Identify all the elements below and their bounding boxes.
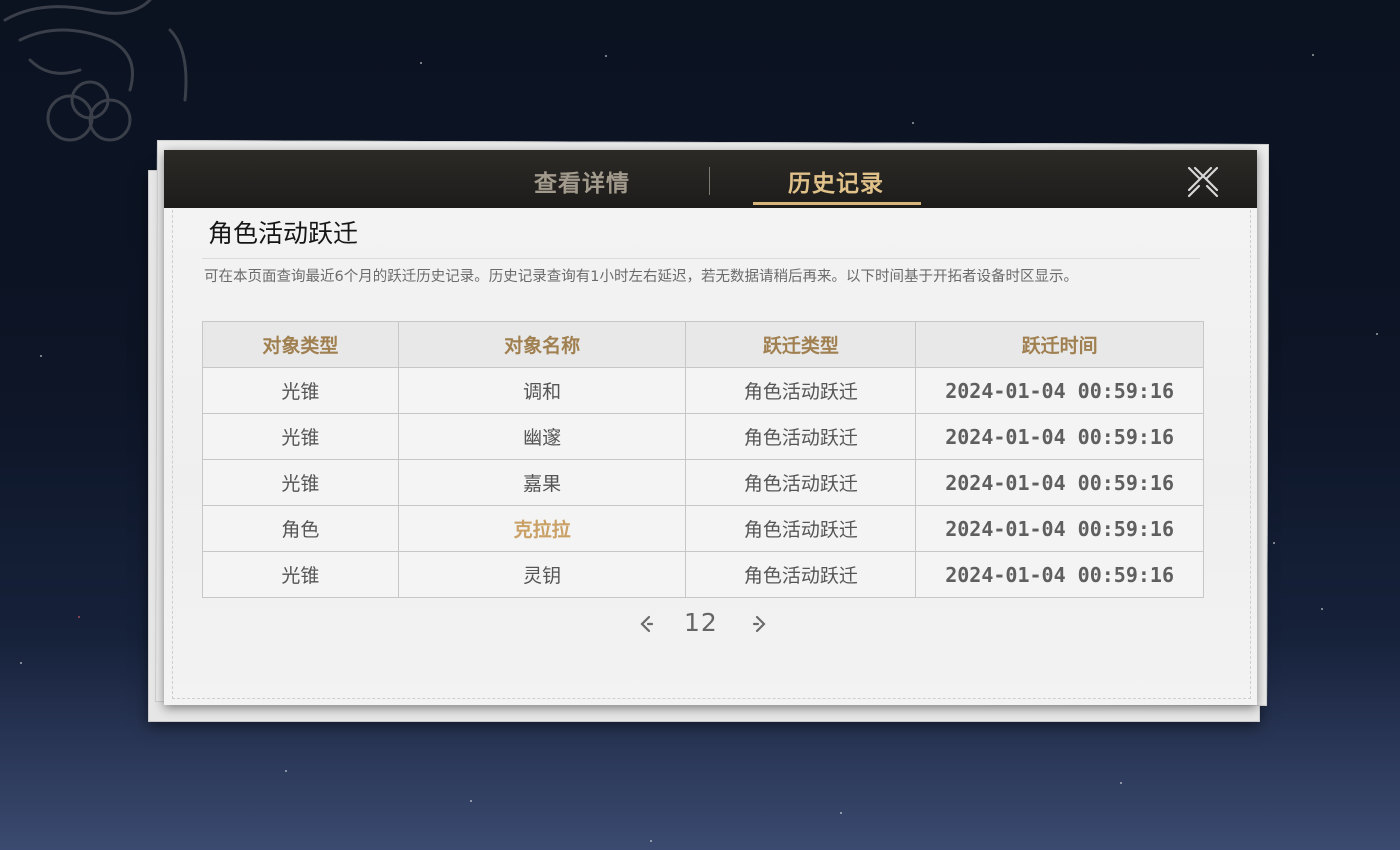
cell-warp-type: 角色活动跃迁 xyxy=(685,459,917,506)
table-row: 光锥 嘉果 角色活动跃迁 2024-01-04 00:59:16 xyxy=(202,459,1204,506)
cell-name: 嘉果 xyxy=(397,459,687,506)
table-row: 光锥 幽邃 角色活动跃迁 2024-01-04 00:59:16 xyxy=(202,413,1204,460)
previous-page-button[interactable] xyxy=(634,612,658,636)
cell-name-highlighted: 克拉拉 xyxy=(397,505,687,552)
table-row: 角色 克拉拉 角色活动跃迁 2024-01-04 00:59:16 xyxy=(202,505,1204,552)
table-row: 光锥 调和 角色活动跃迁 2024-01-04 00:59:16 xyxy=(202,367,1204,414)
table-header-row: 对象类型 对象名称 跃迁类型 跃迁时间 xyxy=(202,321,1204,368)
history-table: 对象类型 对象名称 跃迁类型 跃迁时间 光锥 调和 角色活动跃迁 2024-01… xyxy=(202,321,1204,598)
column-header-warp-type: 跃迁类型 xyxy=(685,321,917,368)
cell-time: 2024-01-04 00:59:16 xyxy=(915,505,1204,552)
cell-type: 光锥 xyxy=(202,413,399,460)
tab-divider xyxy=(709,167,710,195)
cell-time: 2024-01-04 00:59:16 xyxy=(915,551,1204,598)
cell-warp-type: 角色活动跃迁 xyxy=(685,551,917,598)
next-page-button[interactable] xyxy=(748,612,772,636)
page-number: 12 xyxy=(684,608,718,637)
tab-details[interactable]: 查看详情 xyxy=(534,164,630,198)
character-doodle xyxy=(3,0,188,142)
column-header-type: 对象类型 xyxy=(202,321,399,368)
cell-type: 角色 xyxy=(202,505,399,552)
cell-type: 光锥 xyxy=(202,459,399,506)
cell-time: 2024-01-04 00:59:16 xyxy=(915,413,1204,460)
column-header-time: 跃迁时间 xyxy=(915,321,1204,368)
tab-bar: 查看详情 历史记录 xyxy=(164,150,1257,208)
cell-time: 2024-01-04 00:59:16 xyxy=(915,459,1204,506)
cell-warp-type: 角色活动跃迁 xyxy=(685,505,917,552)
tab-history[interactable]: 历史记录 xyxy=(788,164,884,198)
column-header-name: 对象名称 xyxy=(397,321,687,368)
pagination: 12 xyxy=(624,606,804,646)
cell-warp-type: 角色活动跃迁 xyxy=(685,367,917,414)
cell-time: 2024-01-04 00:59:16 xyxy=(915,367,1204,414)
page-title: 角色活动跃迁 xyxy=(208,219,359,248)
cell-name: 灵钥 xyxy=(397,551,687,598)
table-row: 光锥 灵钥 角色活动跃迁 2024-01-04 00:59:16 xyxy=(202,551,1204,598)
cell-type: 光锥 xyxy=(202,367,399,414)
history-panel: 查看详情 历史记录 角色活动跃迁 可在本页面查询最近6个月的跃迁历史记录。历史记… xyxy=(164,150,1257,705)
cell-type: 光锥 xyxy=(202,551,399,598)
title-divider xyxy=(202,258,1200,259)
cell-name: 幽邃 xyxy=(397,413,687,460)
chevron-left-icon xyxy=(640,615,654,633)
cell-name: 调和 xyxy=(397,367,687,414)
close-icon xyxy=(1187,166,1219,198)
close-button[interactable] xyxy=(1183,162,1223,202)
active-tab-indicator xyxy=(753,202,921,205)
cell-warp-type: 角色活动跃迁 xyxy=(685,413,917,460)
chevron-right-icon xyxy=(752,615,766,633)
notice-text: 可在本页面查询最近6个月的跃迁历史记录。历史记录查询有1小时左右延迟，若无数据请… xyxy=(204,269,1078,285)
